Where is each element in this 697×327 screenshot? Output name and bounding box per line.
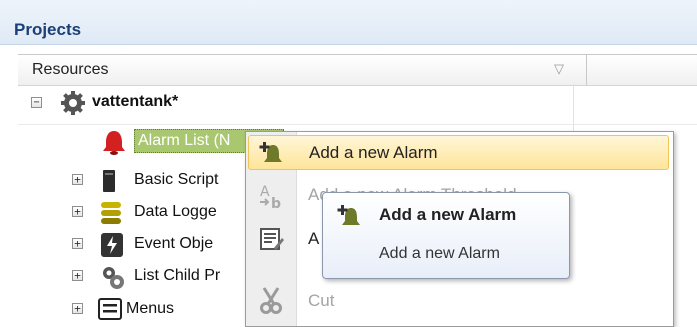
tree-item-label: Data Logge <box>134 203 217 220</box>
tooltip: Add a new Alarm Add a new Alarm <box>322 192 570 279</box>
cut-icon <box>258 286 284 319</box>
expand-toggle[interactable]: + <box>72 174 83 185</box>
tree-item-list-child-processes[interactable]: + List Child Pr <box>72 264 252 290</box>
gears-icon <box>60 90 86 121</box>
menu-item-label: A <box>308 229 320 248</box>
collapse-toggle[interactable]: − <box>31 97 42 108</box>
menu-item-cut[interactable]: Cut <box>246 282 673 322</box>
tree-item-label: Basic Script <box>134 171 219 188</box>
tree-item-menus[interactable]: + Menus <box>72 297 252 323</box>
panel-title: Projects <box>14 20 82 39</box>
alarm-bell-icon <box>100 128 128 161</box>
menu-item-add-alarm[interactable]: Add a new Alarm <box>248 135 669 170</box>
resources-column-header[interactable]: Resources ▽ <box>18 54 697 86</box>
add-alarm-icon <box>259 140 287 171</box>
tree-item-data-logger[interactable]: + Data Logge <box>72 200 252 226</box>
tree-item-label: Menus <box>126 300 175 317</box>
tree-item-alarm-list[interactable]: Alarm List (N <box>96 128 284 155</box>
projects-panel-header: Projects <box>0 0 697 45</box>
properties-icon <box>258 226 284 257</box>
expand-toggle[interactable]: + <box>72 238 83 249</box>
expand-toggle[interactable]: + <box>72 206 83 217</box>
menu-item-label: Add a new Alarm <box>309 143 438 162</box>
project-name: vattentank* <box>92 93 179 110</box>
filter-icon[interactable]: ▽ <box>554 61 564 77</box>
tree-item-event-object[interactable]: + Event Obje <box>72 232 252 258</box>
menu-icon <box>98 298 122 325</box>
database-icon <box>101 201 121 230</box>
row-divider <box>18 124 697 125</box>
tree-item-label: Alarm List (N <box>138 132 231 149</box>
expand-toggle[interactable]: + <box>72 270 83 281</box>
add-alarm-icon <box>337 203 365 234</box>
tree-item-label: List Child Pr <box>134 267 221 284</box>
tooltip-description: Add a new Alarm <box>379 245 500 262</box>
tooltip-title: Add a new Alarm <box>379 205 517 224</box>
svg-text:A: A <box>260 184 270 200</box>
tree-root-vattentank[interactable]: − vattentank* <box>30 90 570 116</box>
tree-item-label: Event Obje <box>134 235 214 252</box>
script-icon <box>102 170 116 197</box>
expand-toggle[interactable]: + <box>72 303 83 314</box>
event-icon <box>101 233 123 262</box>
child-process-icon <box>101 264 125 295</box>
tree-item-basic-script[interactable]: + Basic Script <box>72 168 252 194</box>
column-header-label: Resources <box>32 61 109 78</box>
add-threshold-icon: A b <box>258 182 286 215</box>
menu-item-label: Cut <box>308 291 335 310</box>
column-separator[interactable] <box>586 55 587 85</box>
svg-text:b: b <box>271 196 281 210</box>
